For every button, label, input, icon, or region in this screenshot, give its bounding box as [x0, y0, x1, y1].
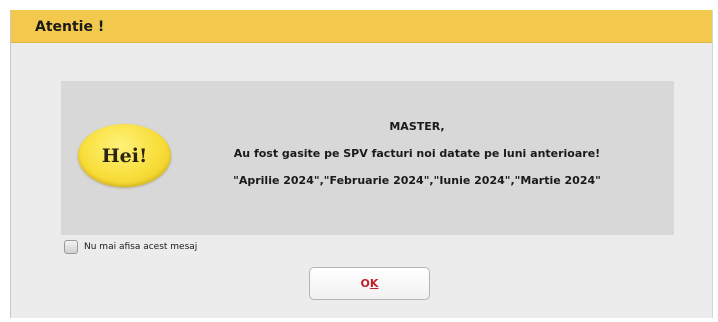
message-line-recipient: MASTER, [389, 120, 445, 133]
dont-show-again-label[interactable]: Nu mai afisa acest mesaj [84, 242, 197, 252]
dont-show-again-option[interactable]: Nu mai afisa acest mesaj [64, 239, 197, 255]
dialog-title-bar: Atentie ! [11, 10, 712, 43]
message-panel: Hei! MASTER, Au fost gasite pe SPV factu… [61, 81, 674, 235]
hei-badge-text: Hei! [101, 144, 148, 167]
ok-label-mnemonic: K [369, 277, 379, 290]
hei-badge-icon: Hei! [78, 124, 171, 187]
ok-label-prefix: O [360, 277, 370, 290]
message-line-body: Au fost gasite pe SPV facturi noi datate… [233, 147, 601, 160]
ok-button-label: OK [361, 277, 379, 290]
ok-button[interactable]: OK [309, 267, 430, 300]
checkbox-icon[interactable] [64, 240, 78, 254]
alert-dialog: Atentie ! Hei! MASTER, Au fost gasite pe… [10, 10, 713, 318]
message-line-months: "Aprilie 2024","Februarie 2024","Iunie 2… [233, 174, 601, 187]
dialog-title: Atentie ! [35, 19, 105, 35]
